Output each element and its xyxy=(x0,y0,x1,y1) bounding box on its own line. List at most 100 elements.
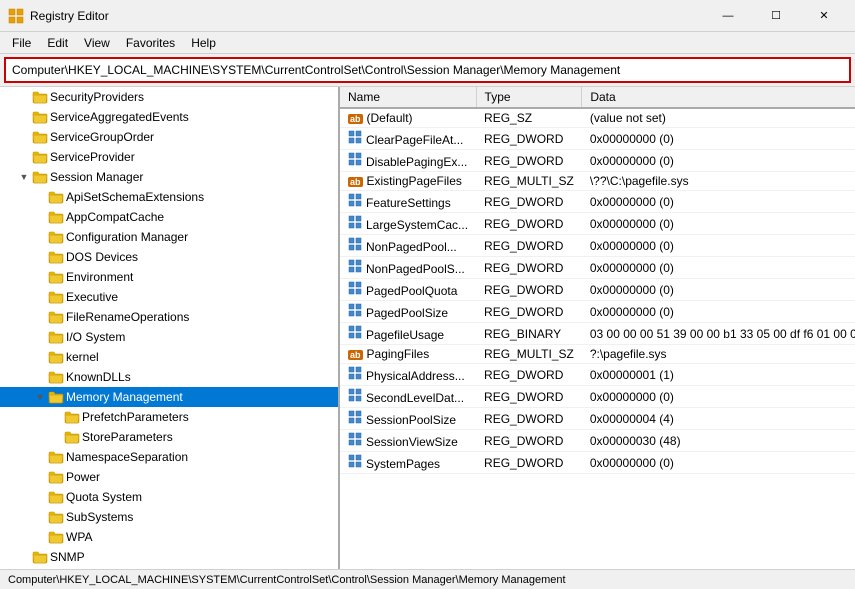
menu-item-view[interactable]: View xyxy=(76,34,118,52)
tree-item[interactable]: SQMServiceList xyxy=(0,567,338,569)
address-bar[interactable]: Computer\HKEY_LOCAL_MACHINE\SYSTEM\Curre… xyxy=(4,57,851,83)
reg-type-icon xyxy=(348,303,362,317)
tree-expander xyxy=(32,489,48,505)
menu-item-favorites[interactable]: Favorites xyxy=(118,34,183,52)
reg-type: REG_DWORD xyxy=(476,235,582,257)
menu-item-edit[interactable]: Edit xyxy=(39,34,76,52)
table-row[interactable]: abPagingFilesREG_MULTI_SZ?:\pagefile.sys xyxy=(340,345,855,364)
tree-item-label: Session Manager xyxy=(50,170,143,184)
tree-item[interactable]: Power xyxy=(0,467,338,487)
tree-expander[interactable]: ▼ xyxy=(32,389,48,405)
table-row[interactable]: PagedPoolQuotaREG_DWORD0x00000000 (0) xyxy=(340,279,855,301)
table-row[interactable]: DisablePagingEx...REG_DWORD0x00000000 (0… xyxy=(340,150,855,172)
reg-type-icon xyxy=(348,215,362,229)
table-row[interactable]: PhysicalAddress...REG_DWORD0x00000001 (1… xyxy=(340,364,855,386)
tree-item[interactable]: DOS Devices xyxy=(0,247,338,267)
minimize-button[interactable]: — xyxy=(705,0,751,32)
folder-icon xyxy=(48,209,64,225)
reg-type: REG_DWORD xyxy=(476,213,582,235)
tree-item[interactable]: SecurityProviders xyxy=(0,87,338,107)
tree-item[interactable]: kernel xyxy=(0,347,338,367)
tree-item[interactable]: Configuration Manager xyxy=(0,227,338,247)
right-panel[interactable]: Name Type Data ab(Default)REG_SZ(value n… xyxy=(340,87,855,569)
table-row[interactable]: SessionPoolSizeREG_DWORD0x00000004 (4) xyxy=(340,408,855,430)
folder-icon xyxy=(48,269,64,285)
table-row[interactable]: ab(Default)REG_SZ(value not set) xyxy=(340,108,855,128)
tree-item[interactable]: FileRenameOperations xyxy=(0,307,338,327)
reg-data: 0x00000004 (4) xyxy=(582,408,855,430)
col-name[interactable]: Name xyxy=(340,87,476,108)
menu-item-file[interactable]: File xyxy=(4,34,39,52)
table-row[interactable]: NonPagedPoolS...REG_DWORD0x00000000 (0) xyxy=(340,257,855,279)
reg-name: SessionPoolSize xyxy=(340,408,476,430)
reg-type: REG_DWORD xyxy=(476,279,582,301)
tree-item-label: KnownDLLs xyxy=(66,370,131,384)
tree-item-label: Quota System xyxy=(66,490,142,504)
table-row[interactable]: SystemPagesREG_DWORD0x00000000 (0) xyxy=(340,452,855,474)
table-row[interactable]: LargeSystemCac...REG_DWORD0x00000000 (0) xyxy=(340,213,855,235)
folder-icon xyxy=(64,429,80,445)
tree-item-label: Configuration Manager xyxy=(66,230,188,244)
tree-expander[interactable]: ▼ xyxy=(16,169,32,185)
tree-item[interactable]: StoreParameters xyxy=(0,427,338,447)
tree-expander xyxy=(32,529,48,545)
tree-expander xyxy=(32,349,48,365)
tree-item-label: Power xyxy=(66,470,100,484)
tree-item[interactable]: ApiSetSchemaExtensions xyxy=(0,187,338,207)
table-row[interactable]: PagedPoolSizeREG_DWORD0x00000000 (0) xyxy=(340,301,855,323)
reg-type-icon xyxy=(348,237,362,251)
reg-type-icon xyxy=(348,193,362,207)
tree-item[interactable]: ▼ Session Manager xyxy=(0,167,338,187)
reg-type: REG_DWORD xyxy=(476,150,582,172)
table-row[interactable]: abExistingPageFilesREG_MULTI_SZ\??\C:\pa… xyxy=(340,172,855,191)
reg-data: 0x00000000 (0) xyxy=(582,191,855,213)
col-type[interactable]: Type xyxy=(476,87,582,108)
tree-expander xyxy=(16,109,32,125)
reg-data: 0x00000030 (48) xyxy=(582,430,855,452)
tree-item[interactable]: ServiceAggregatedEvents xyxy=(0,107,338,127)
reg-type: REG_BINARY xyxy=(476,323,582,345)
address-path: Computer\HKEY_LOCAL_MACHINE\SYSTEM\Curre… xyxy=(12,63,620,77)
folder-icon xyxy=(32,549,48,565)
reg-data: 0x00000000 (0) xyxy=(582,128,855,150)
close-button[interactable]: ✕ xyxy=(801,0,847,32)
reg-name: abExistingPageFiles xyxy=(340,172,476,191)
tree-item[interactable]: Quota System xyxy=(0,487,338,507)
col-data[interactable]: Data xyxy=(582,87,855,108)
tree-item[interactable]: SubSystems xyxy=(0,507,338,527)
reg-type-icon: ab xyxy=(348,350,363,360)
tree-item[interactable]: PrefetchParameters xyxy=(0,407,338,427)
table-row[interactable]: ClearPageFileAt...REG_DWORD0x00000000 (0… xyxy=(340,128,855,150)
tree-item[interactable]: ServiceGroupOrder xyxy=(0,127,338,147)
main-content: SecurityProviders ServiceAggregatedEvent… xyxy=(0,86,855,569)
reg-name: PagedPoolQuota xyxy=(340,279,476,301)
tree-item[interactable]: AppCompatCache xyxy=(0,207,338,227)
tree-item[interactable]: Executive xyxy=(0,287,338,307)
folder-icon xyxy=(48,529,64,545)
tree-item[interactable]: SNMP xyxy=(0,547,338,567)
folder-icon xyxy=(48,449,64,465)
tree-item[interactable]: NamespaceSeparation xyxy=(0,447,338,467)
table-row[interactable]: FeatureSettingsREG_DWORD0x00000000 (0) xyxy=(340,191,855,213)
maximize-button[interactable]: ☐ xyxy=(753,0,799,32)
reg-data: 0x00000000 (0) xyxy=(582,452,855,474)
table-row[interactable]: SessionViewSizeREG_DWORD0x00000030 (48) xyxy=(340,430,855,452)
tree-expander xyxy=(16,149,32,165)
tree-panel[interactable]: SecurityProviders ServiceAggregatedEvent… xyxy=(0,87,340,569)
reg-type: REG_MULTI_SZ xyxy=(476,172,582,191)
tree-item[interactable]: ▼ Memory Management xyxy=(0,387,338,407)
tree-item[interactable]: I/O System xyxy=(0,327,338,347)
tree-item[interactable]: WPA xyxy=(0,527,338,547)
tree-item[interactable]: ServiceProvider xyxy=(0,147,338,167)
tree-expander xyxy=(16,89,32,105)
tree-item-label: PrefetchParameters xyxy=(82,410,189,424)
reg-type-icon: ab xyxy=(348,177,363,187)
tree-item[interactable]: Environment xyxy=(0,267,338,287)
table-row[interactable]: PagefileUsageREG_BINARY03 00 00 00 51 39… xyxy=(340,323,855,345)
folder-icon xyxy=(48,229,64,245)
table-row[interactable]: SecondLevelDat...REG_DWORD0x00000000 (0) xyxy=(340,386,855,408)
table-row[interactable]: NonPagedPool...REG_DWORD0x00000000 (0) xyxy=(340,235,855,257)
tree-item[interactable]: KnownDLLs xyxy=(0,367,338,387)
reg-name: LargeSystemCac... xyxy=(340,213,476,235)
menu-item-help[interactable]: Help xyxy=(183,34,224,52)
